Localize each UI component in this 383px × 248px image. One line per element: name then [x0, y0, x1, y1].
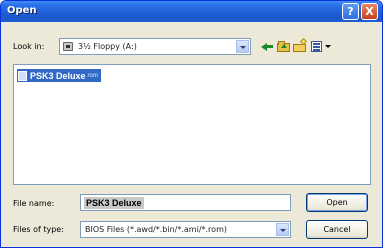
new-folder-icon[interactable]	[292, 37, 308, 54]
file-list[interactable]: PSK3 Deluxe rom	[13, 64, 371, 185]
file-type-value: BIOS Files (*.awd/*.bin/*.ami/*.rom)	[85, 225, 227, 234]
chevron-down-icon[interactable]	[236, 40, 249, 53]
close-button[interactable]: X	[361, 3, 378, 20]
open-dialog: Open ? X Look in: 3½ Floppy (A:) PSK3 De…	[0, 0, 383, 248]
window-title: Open	[7, 5, 37, 16]
look-in-label: Look in:	[13, 42, 45, 51]
file-name: PSK3 Deluxe	[30, 70, 86, 81]
chevron-down-icon[interactable]	[276, 223, 289, 236]
views-menu-icon[interactable]	[310, 39, 332, 54]
open-button[interactable]: Open	[306, 193, 368, 212]
look-in-dropdown[interactable]: 3½ Floppy (A:)	[59, 38, 251, 55]
file-name-input[interactable]: PSK3 Deluxe	[80, 194, 291, 211]
back-icon[interactable]	[259, 39, 275, 54]
cancel-button[interactable]: Cancel	[306, 220, 368, 239]
file-type-label: Files of type:	[13, 225, 64, 234]
file-icon	[18, 70, 27, 81]
help-button[interactable]: ?	[342, 3, 359, 20]
up-folder-icon[interactable]	[276, 39, 292, 54]
file-name-value: PSK3 Deluxe	[84, 197, 144, 209]
look-in-value: 3½ Floppy (A:)	[78, 42, 137, 51]
file-type-dropdown[interactable]: BIOS Files (*.awd/*.bin/*.ami/*.rom)	[80, 221, 291, 238]
file-extension: rom	[87, 72, 98, 79]
file-name-label: File name:	[13, 199, 55, 208]
floppy-drive-icon	[63, 42, 73, 51]
title-bar[interactable]: Open ? X	[1, 1, 382, 22]
list-item[interactable]: PSK3 Deluxe rom	[17, 69, 101, 82]
